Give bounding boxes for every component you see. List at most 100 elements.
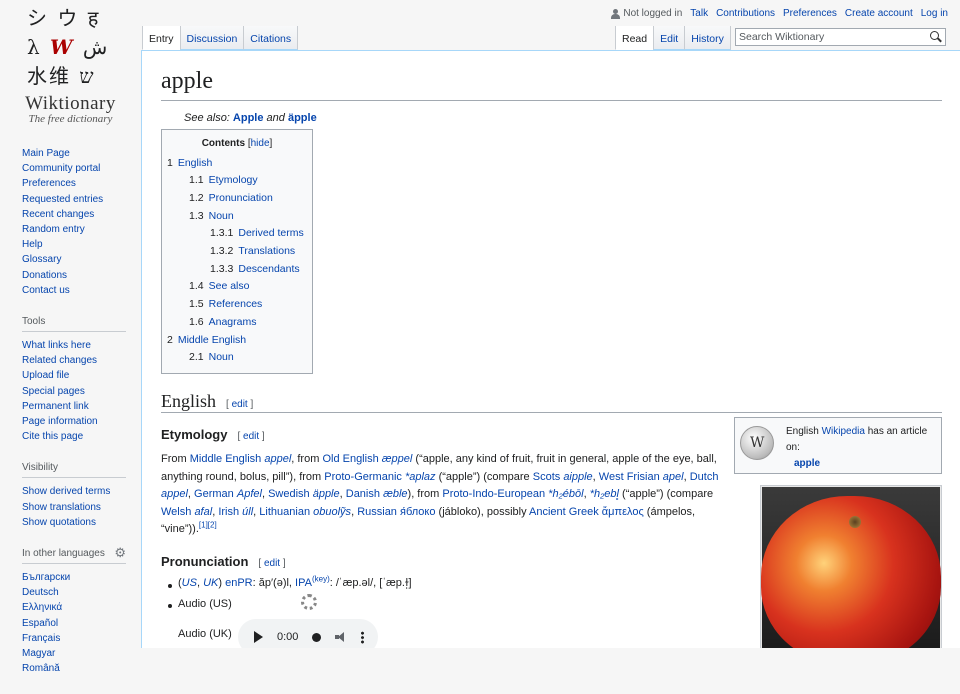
sidebar-item-glossary[interactable]: Glossary [22, 254, 61, 265]
accent-link-uk[interactable]: UK [203, 577, 218, 589]
sidebar-lang-spanish[interactable]: Español [22, 618, 58, 629]
search-input[interactable] [736, 29, 926, 45]
lang-link[interactable]: Old English [322, 453, 378, 465]
lang-link[interactable]: Middle English [190, 453, 262, 465]
citation-ref[interactable]: [1][2] [199, 521, 217, 530]
toc-hide-toggle[interactable]: hide [251, 138, 270, 149]
ipa-link[interactable]: IPA [295, 577, 312, 589]
sidebar-item-what-links-here[interactable]: What links here [22, 340, 91, 351]
lang-link[interactable]: Lithuanian [259, 506, 310, 518]
edit-section-link[interactable]: edit [243, 431, 259, 442]
search-icon[interactable] [930, 31, 942, 43]
lang-link[interactable]: Irish [218, 506, 239, 518]
accent-link-us[interactable]: US [182, 577, 197, 589]
volume-icon[interactable] [335, 632, 347, 642]
ipa-key-link[interactable]: (key) [312, 574, 330, 583]
term-link[interactable]: Apfel [237, 488, 262, 500]
lang-link[interactable]: Ancient Greek [529, 506, 599, 518]
lang-link[interactable]: Proto-Indo-European [442, 488, 545, 500]
tab-citations[interactable]: Citations [243, 26, 299, 50]
lang-link[interactable]: Dutch [690, 471, 719, 483]
toc-item[interactable]: 1.3.1 Derived terms [210, 227, 304, 239]
sidebar-item-preferences[interactable]: Preferences [22, 178, 76, 189]
create-account-link[interactable]: Create account [845, 8, 913, 19]
lang-link[interactable]: West Frisian [599, 471, 660, 483]
sidebar-lang-french[interactable]: Français [22, 633, 60, 644]
toc-item[interactable]: 1 English [167, 157, 212, 169]
sidebar-item-upload-file[interactable]: Upload file [22, 370, 69, 381]
gear-icon[interactable]: ⚙ [114, 545, 126, 561]
enpr-link[interactable]: enPR [225, 577, 253, 589]
term-link[interactable]: äpple [313, 488, 340, 500]
term-link[interactable]: *h₂ebl̥ [590, 488, 619, 500]
toc-item[interactable]: 2 Middle English [167, 334, 246, 346]
more-options-icon[interactable] [361, 630, 365, 644]
term-link[interactable]: æble [383, 488, 407, 500]
toc-item[interactable]: 1.3.3 Descendants [210, 263, 300, 275]
sidebar-item-related-changes[interactable]: Related changes [22, 355, 97, 366]
toc-item[interactable]: 1.3.2 Translations [210, 245, 295, 257]
term-link[interactable]: obuolỹs [313, 506, 351, 518]
tab-discussion[interactable]: Discussion [179, 26, 244, 50]
wiktionary-logo[interactable]: シ ウ ह λ W ش 水维 ש Wiktionary The free dic… [0, 0, 141, 132]
toc-item[interactable]: 1.2 Pronunciation [189, 192, 273, 204]
tab-history[interactable]: History [684, 26, 731, 50]
term-link[interactable]: appel [161, 488, 188, 500]
play-icon[interactable] [254, 631, 263, 643]
lang-link[interactable]: German [194, 488, 234, 500]
apple-image[interactable] [760, 485, 942, 648]
contributions-link[interactable]: Contributions [716, 8, 775, 19]
talk-link[interactable]: Talk [690, 8, 708, 19]
lang-link[interactable]: Russian [357, 506, 397, 518]
term-link[interactable]: apel [663, 471, 684, 483]
sidebar-item-random-entry[interactable]: Random entry [22, 224, 85, 235]
toc-item[interactable]: 1.4 See also [189, 280, 249, 292]
see-also-link-aepple[interactable]: äpple [288, 112, 317, 124]
lang-link[interactable]: Swedish [268, 488, 310, 500]
term-link[interactable]: æppel [382, 453, 413, 465]
see-also-link-apple[interactable]: Apple [233, 112, 264, 124]
sidebar-item-show-derived-terms[interactable]: Show derived terms [22, 486, 110, 497]
sidebar-item-community-portal[interactable]: Community portal [22, 163, 100, 174]
log-in-link[interactable]: Log in [921, 8, 948, 19]
lang-link[interactable]: Danish [346, 488, 380, 500]
lang-link[interactable]: Scots [533, 471, 561, 483]
sidebar-item-requested-entries[interactable]: Requested entries [22, 194, 103, 205]
sidebar-lang-german[interactable]: Deutsch [22, 587, 59, 598]
sidebar-item-contact-us[interactable]: Contact us [22, 285, 70, 296]
sidebar-lang-romanian[interactable]: Română [22, 663, 60, 674]
lang-link[interactable]: Proto-Germanic [324, 471, 402, 483]
term-link[interactable]: aipple [563, 471, 592, 483]
sidebar-item-show-quotations[interactable]: Show quotations [22, 517, 96, 528]
sidebar-item-page-information[interactable]: Page information [22, 416, 98, 427]
term-link[interactable]: *h₂ébōl [548, 488, 583, 500]
tab-entry[interactable]: Entry [142, 26, 180, 50]
sidebar-item-main-page[interactable]: Main Page [22, 148, 70, 159]
wikipedia-link[interactable]: Wikipedia [822, 426, 865, 437]
toc-item[interactable]: 1.6 Anagrams [189, 316, 256, 328]
term-link[interactable]: appel [264, 453, 291, 465]
tab-edit[interactable]: Edit [653, 26, 685, 50]
toc-item[interactable]: 1.3 Noun [189, 210, 234, 222]
term-link[interactable]: я́блоко [400, 506, 435, 518]
sidebar-item-recent-changes[interactable]: Recent changes [22, 209, 94, 220]
term-link[interactable]: ἄμπελος [602, 506, 644, 518]
toc-item[interactable]: 1.1 Etymology [189, 174, 258, 186]
sidebar-item-special-pages[interactable]: Special pages [22, 386, 85, 397]
lang-link[interactable]: Welsh [161, 506, 191, 518]
sidebar-item-donations[interactable]: Donations [22, 270, 67, 281]
sidebar-lang-hungarian[interactable]: Magyar [22, 648, 55, 659]
term-link[interactable]: afal [194, 506, 212, 518]
sidebar-lang-greek[interactable]: Ελληνικά [22, 602, 62, 613]
sidebar-lang-bulgarian[interactable]: Български [22, 572, 70, 583]
edit-section-link[interactable]: edit [264, 558, 280, 569]
wikipedia-article-link[interactable]: apple [794, 456, 820, 472]
toc-item[interactable]: 2.1 Noun [189, 351, 234, 363]
sidebar-item-help[interactable]: Help [22, 239, 43, 250]
sidebar-item-permanent-link[interactable]: Permanent link [22, 401, 89, 412]
term-link[interactable]: úll [242, 506, 253, 518]
sidebar-item-cite-this-page[interactable]: Cite this page [22, 431, 83, 442]
preferences-link[interactable]: Preferences [783, 8, 837, 19]
edit-section-link[interactable]: edit [232, 399, 248, 410]
toc-item[interactable]: 1.5 References [189, 298, 262, 310]
